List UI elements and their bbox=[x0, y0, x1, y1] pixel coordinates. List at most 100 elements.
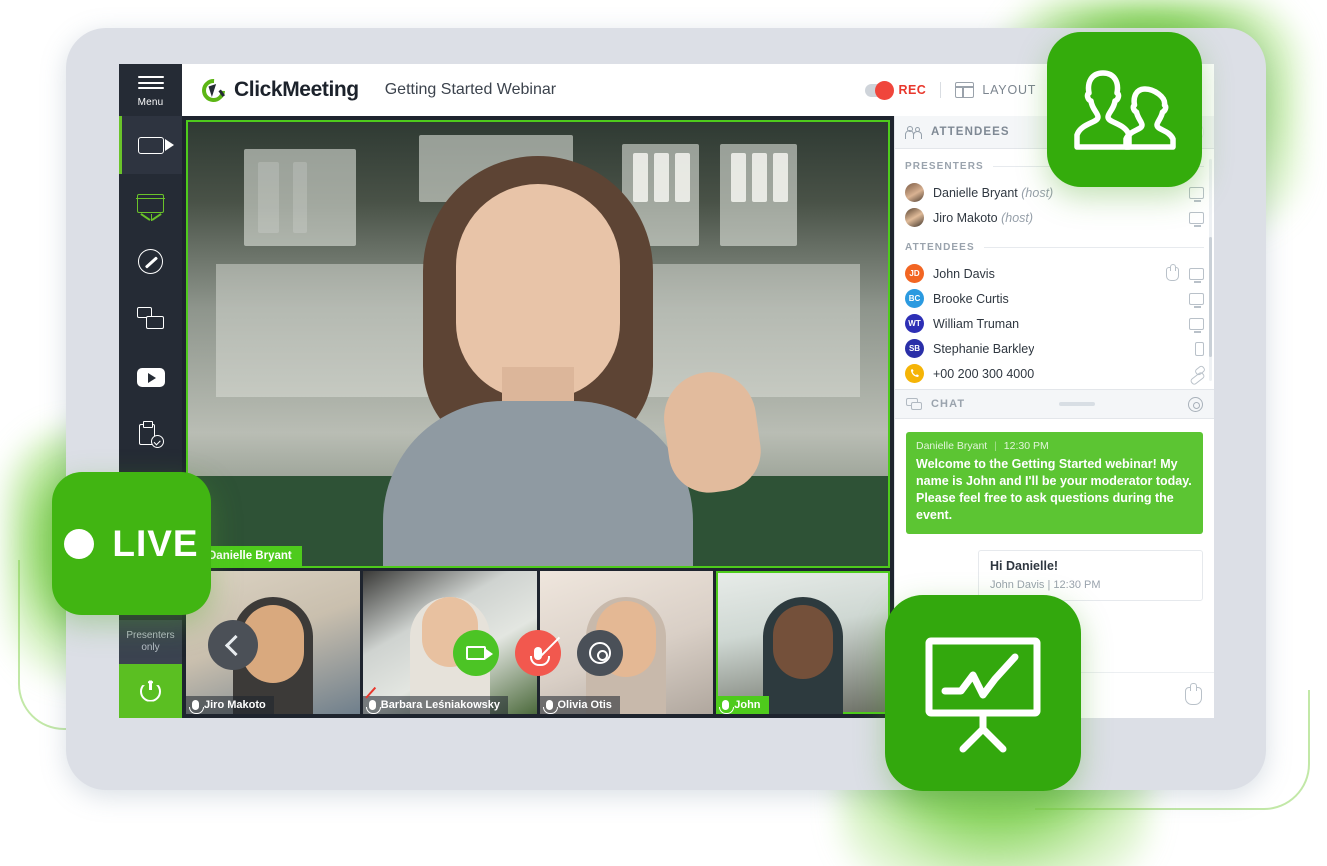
thumbnail-name-tag: Barbara Leśniakowsky bbox=[362, 696, 508, 714]
chat-time: 12:30 PM bbox=[1053, 579, 1101, 591]
attendees-scrollbar-thumb[interactable] bbox=[1209, 237, 1212, 357]
layout-button[interactable]: LAYOUT bbox=[941, 82, 1050, 98]
chat-message-text: Welcome to the Getting Started webinar! … bbox=[916, 457, 1192, 522]
clipboard-check-icon bbox=[138, 421, 164, 448]
attendee-row[interactable]: JD John Davis bbox=[905, 261, 1204, 286]
chat-icon bbox=[906, 397, 923, 411]
avatar: JD bbox=[905, 264, 924, 283]
attendee-row[interactable]: Jiro Makoto (host) bbox=[905, 205, 1204, 230]
chat-message-meta: Danielle Bryant | 12:30 PM bbox=[916, 440, 1049, 452]
video-camera-icon bbox=[137, 136, 174, 154]
presenters-only-line1: Presenters bbox=[126, 630, 175, 641]
chat-message-text: Hi Danielle! bbox=[990, 559, 1059, 573]
attendee-devices bbox=[1195, 341, 1204, 356]
attendee-name: William Truman bbox=[933, 316, 1020, 331]
presentation-board-icon bbox=[136, 193, 165, 221]
thumbnails-prev-button[interactable] bbox=[208, 620, 258, 670]
avatar-phone bbox=[905, 364, 924, 383]
rec-toggle-icon bbox=[865, 80, 895, 100]
sidebar-item-tests[interactable] bbox=[119, 406, 182, 464]
microphone-icon bbox=[189, 700, 204, 714]
video-camera-icon bbox=[466, 646, 493, 660]
presenters-only-line2: only bbox=[141, 642, 160, 653]
webinar-title: Getting Started Webinar bbox=[384, 81, 557, 98]
thumbnail-name-tag: Olivia Otis bbox=[539, 696, 620, 714]
gear-icon[interactable] bbox=[1188, 396, 1203, 412]
sidebar-item-camera[interactable] bbox=[119, 116, 182, 174]
chat-time: 12:30 PM bbox=[1003, 440, 1049, 452]
attendees-panel-title: ATTENDEES bbox=[931, 126, 1010, 138]
microphone-muted-icon bbox=[530, 636, 561, 666]
thumbnail-strip: Jiro Makoto Barbara Leśniakowsky Olivia … bbox=[182, 568, 894, 718]
gear-icon bbox=[589, 642, 611, 664]
monitor-icon bbox=[1189, 267, 1204, 283]
chat-author: John Davis bbox=[990, 579, 1045, 591]
attendees-section-header: ATTENDEES bbox=[905, 242, 1204, 253]
attendee-row[interactable]: WT William Truman bbox=[905, 311, 1204, 336]
microphone-toggle-button[interactable] bbox=[515, 630, 561, 676]
panel-resize-handle[interactable] bbox=[1058, 402, 1095, 406]
end-event-button[interactable] bbox=[119, 664, 182, 718]
brand-logo: ClickMeeting bbox=[182, 64, 359, 116]
mobile-icon bbox=[1195, 341, 1204, 356]
sidebar-item-video-player[interactable] bbox=[119, 348, 182, 406]
avatar bbox=[905, 208, 924, 227]
screenshot-root: Menu ClickMeeting Getting Started Webina… bbox=[0, 0, 1327, 866]
sidebar-item-whiteboard[interactable] bbox=[119, 232, 182, 290]
presenters-only-button[interactable]: Presenters only bbox=[119, 620, 182, 664]
monitor-icon bbox=[1189, 211, 1204, 227]
people-icon bbox=[905, 125, 923, 139]
live-label: LIVE bbox=[112, 522, 199, 564]
left-toolbar: Presenters only bbox=[119, 116, 182, 718]
menu-button[interactable]: Menu bbox=[119, 64, 182, 116]
camera-toggle-button[interactable] bbox=[453, 630, 499, 676]
thumbnail-name-tag: John bbox=[716, 696, 769, 714]
youtube-play-icon bbox=[136, 367, 165, 387]
attendee-name: Brooke Curtis bbox=[933, 291, 1009, 306]
phone-icon bbox=[910, 369, 919, 377]
main-speaker-name: Danielle Bryant bbox=[208, 550, 292, 562]
media-settings-button[interactable] bbox=[577, 630, 623, 676]
attendee-row[interactable]: +00 200 300 4000 bbox=[905, 361, 1204, 386]
attendee-devices bbox=[1189, 186, 1204, 202]
attendee-devices bbox=[1189, 292, 1204, 308]
monitor-icon bbox=[1189, 317, 1204, 333]
feature-tile-presentation bbox=[885, 595, 1081, 791]
brand-name: ClickMeeting bbox=[234, 78, 359, 101]
chat-message-outgoing: Hi Danielle! John Davis | 12:30 PM bbox=[978, 550, 1203, 601]
menu-label: Menu bbox=[137, 96, 164, 108]
rail-bottom-group: Presenters only bbox=[119, 620, 182, 718]
media-controls bbox=[453, 630, 623, 676]
presenters-header-label: PRESENTERS bbox=[905, 161, 984, 172]
sidebar-item-presentation[interactable] bbox=[119, 174, 182, 232]
monitor-icon bbox=[1189, 186, 1204, 202]
attendee-row[interactable]: SB Stephanie Barkley bbox=[905, 336, 1204, 361]
phone-handset-icon bbox=[1189, 366, 1204, 381]
feature-tile-attendees bbox=[1047, 32, 1202, 187]
microphone-muted-icon bbox=[365, 700, 381, 714]
pencil-circle-icon bbox=[138, 248, 163, 274]
record-toggle[interactable]: REC bbox=[851, 80, 940, 100]
two-people-icon bbox=[1073, 69, 1176, 150]
avatar: BC bbox=[905, 289, 924, 308]
chat-author: Danielle Bryant bbox=[916, 440, 988, 452]
attendee-row[interactable]: BL Paula Leśniakowsky bbox=[905, 386, 1204, 389]
attendee-name: +00 200 300 4000 bbox=[933, 366, 1035, 381]
avatar: SB bbox=[905, 339, 924, 358]
chat-panel-title: CHAT bbox=[931, 398, 966, 410]
thumbnail-tile-selected[interactable]: John bbox=[716, 571, 890, 714]
attendee-name: Jiro Makoto (host) bbox=[933, 210, 1034, 225]
power-icon bbox=[140, 680, 161, 702]
chat-message-incoming: Danielle Bryant | 12:30 PM Welcome to th… bbox=[906, 432, 1203, 534]
attendee-devices bbox=[1166, 263, 1204, 283]
attendee-devices bbox=[1189, 317, 1204, 333]
sidebar-item-screen-share[interactable] bbox=[119, 290, 182, 348]
hamburger-icon bbox=[137, 73, 164, 93]
attendee-name: Stephanie Barkley bbox=[933, 341, 1035, 356]
main-video-tile[interactable]: Danielle Bryant bbox=[186, 120, 890, 568]
thumbnail-name: John bbox=[734, 699, 761, 711]
microphone-icon bbox=[719, 700, 735, 714]
attendee-row[interactable]: BC Brooke Curtis bbox=[905, 286, 1204, 311]
raise-hand-icon[interactable] bbox=[1185, 682, 1202, 705]
raise-hand-icon bbox=[1166, 263, 1179, 281]
